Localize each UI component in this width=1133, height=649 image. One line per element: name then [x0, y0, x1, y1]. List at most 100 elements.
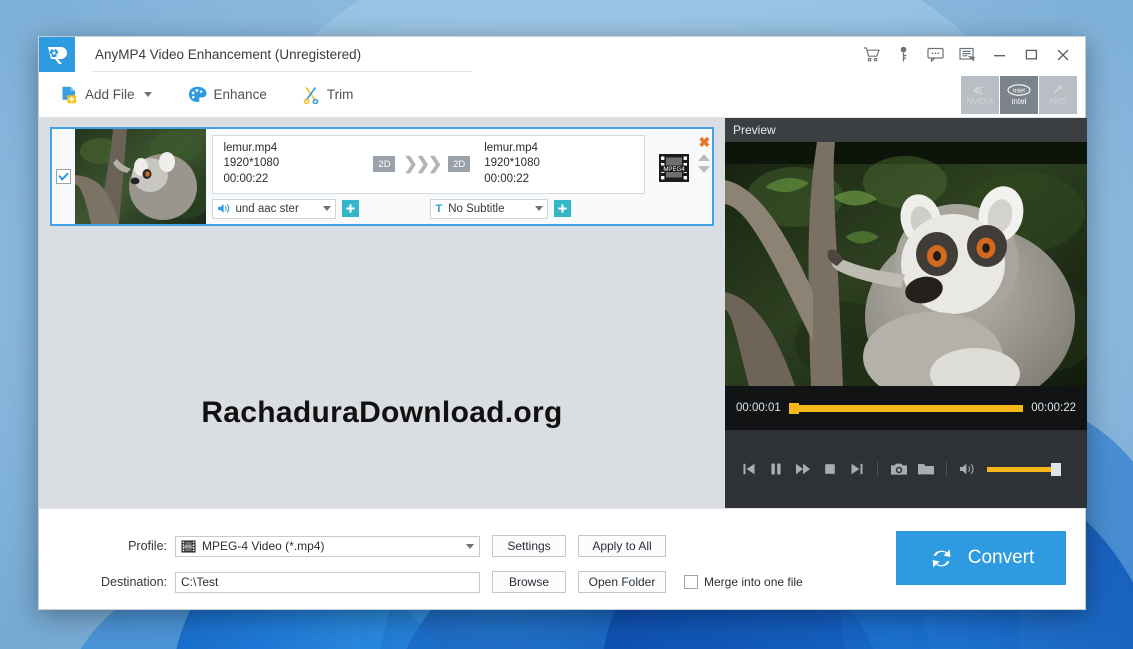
row-actions: ✖ — [697, 129, 712, 224]
target-duration: 00:00:22 — [484, 172, 529, 185]
previous-button[interactable] — [735, 456, 762, 482]
target-meta: lemur.mp4 1920*1080 00:00:22 — [484, 141, 634, 188]
open-folder-button[interactable] — [912, 456, 939, 482]
browse-button[interactable]: Browse — [492, 571, 566, 593]
close-icon[interactable] — [1047, 38, 1079, 72]
seek-slider[interactable] — [788, 402, 1024, 414]
scissors-icon — [303, 86, 319, 104]
intel-icon: intel — [1007, 84, 1031, 96]
settings-button[interactable]: Settings — [492, 535, 566, 557]
profile-select[interactable]: MPEG MPEG-4 Video (*.mp4) — [175, 535, 480, 557]
pause-button[interactable] — [762, 456, 789, 482]
source-2d-badge: 2D — [373, 156, 396, 172]
destination-input[interactable]: C:\Test — [175, 571, 480, 593]
gpu-intel-button[interactable]: intel intel — [1000, 76, 1038, 114]
next-button[interactable] — [843, 456, 870, 482]
application-window: AnyMP4 Video Enhancement (Unregistered) — [38, 36, 1087, 610]
source-meta: lemur.mp4 1920*1080 00:00:22 — [223, 141, 373, 188]
chevron-down-icon — [143, 92, 152, 97]
nvidia-icon — [972, 86, 985, 94]
volume-button[interactable] — [954, 456, 981, 482]
video-surface[interactable] — [725, 142, 1087, 386]
remove-file-button[interactable]: ✖ — [699, 135, 711, 149]
enhance-button[interactable]: Enhance — [174, 77, 281, 113]
gpu-nvidia-label: NVIDIA — [966, 96, 994, 106]
register-icon[interactable] — [951, 38, 983, 72]
anymp4-logo-icon — [39, 37, 75, 72]
mpeg4-label: MPEG4 — [663, 166, 685, 173]
gpu-amd-button[interactable]: AMD — [1039, 76, 1077, 114]
apply-to-all-button[interactable]: Apply to All — [578, 535, 666, 557]
profile-value: MPEG-4 Video (*.mp4) — [202, 539, 325, 553]
source-resolution: 1920*1080 — [223, 157, 280, 170]
svg-text:intel: intel — [1013, 88, 1025, 95]
volume-handle[interactable] — [1051, 462, 1061, 476]
target-2d-badge: 2D — [448, 156, 471, 172]
gpu-intel-label: intel — [1011, 97, 1027, 106]
minimize-icon[interactable] — [983, 38, 1015, 72]
add-file-button[interactable]: Add File — [47, 77, 166, 113]
gpu-amd-label: AMD — [1049, 97, 1067, 106]
palette-icon — [188, 86, 207, 102]
chevron-down-icon — [535, 206, 544, 211]
lemur-thumbnail — [75, 129, 207, 224]
key-icon[interactable] — [887, 38, 919, 72]
main-content-area: lemur.mp4 1920*1080 00:00:22 2D ❯❯❯ 2D l… — [39, 118, 1087, 508]
convert-icon — [932, 549, 951, 567]
total-time-label: 00:00:22 — [1031, 402, 1076, 414]
row-format-cell: MPEG4 — [651, 129, 697, 224]
subtitle-track-value: No Subtitle — [448, 202, 505, 215]
merge-checkbox-wrap[interactable]: Merge into one file — [684, 575, 803, 589]
file-list-pane: lemur.mp4 1920*1080 00:00:22 2D ❯❯❯ 2D l… — [39, 118, 725, 508]
trim-button[interactable]: Trim — [289, 77, 368, 113]
cart-icon[interactable] — [855, 38, 887, 72]
preview-pane: Preview 00:00:01 00:00:22 — [725, 118, 1087, 508]
destination-label: Destination: — [100, 575, 167, 589]
merge-checkbox[interactable] — [684, 575, 698, 589]
amd-icon — [1053, 85, 1062, 94]
volume-slider[interactable] — [987, 462, 1061, 476]
add-file-label: Add File — [85, 87, 135, 102]
merge-checkbox-label: Merge into one file — [704, 575, 803, 589]
target-filename: lemur.mp4 — [484, 141, 538, 154]
audio-track-select[interactable]: und aac ster — [212, 198, 337, 219]
subtitle-track-select[interactable]: T No Subtitle — [430, 198, 549, 219]
mpeg4-film-icon[interactable]: MPEG4 — [657, 151, 691, 185]
source-duration: 00:00:22 — [223, 172, 269, 185]
open-folder-button[interactable]: Open Folder — [578, 571, 666, 593]
audio-track-value: und aac ster — [235, 202, 299, 215]
gpu-nvidia-button[interactable]: NVIDIA — [961, 76, 999, 114]
chevron-down-icon — [323, 206, 332, 211]
subtitle-t-icon: T — [435, 202, 443, 215]
enhance-label: Enhance — [213, 87, 267, 102]
row-info-cell: lemur.mp4 1920*1080 00:00:22 2D ❯❯❯ 2D l… — [206, 129, 651, 224]
controls-divider — [946, 461, 947, 477]
conversion-arrow-icon: ❯❯❯ — [403, 154, 442, 173]
stop-button[interactable] — [816, 456, 843, 482]
row-checkbox[interactable] — [56, 169, 72, 184]
table-row[interactable]: lemur.mp4 1920*1080 00:00:22 2D ❯❯❯ 2D l… — [50, 127, 714, 226]
plus-icon — [558, 204, 568, 213]
trim-label: Trim — [326, 87, 354, 102]
chat-bubble-icon[interactable] — [919, 38, 951, 72]
snapshot-button[interactable] — [885, 456, 912, 482]
mpeg-film-icon: MPEG — [181, 540, 196, 552]
seek-bar-row: 00:00:01 00:00:22 — [725, 386, 1087, 430]
add-subtitle-track-button[interactable] — [554, 200, 572, 217]
svg-text:MPEG: MPEG — [183, 545, 194, 549]
seek-handle[interactable] — [788, 402, 799, 414]
add-audio-track-button[interactable] — [342, 200, 360, 217]
title-bar[interactable]: AnyMP4 Video Enhancement (Unregistered) — [39, 37, 1085, 72]
move-down-button[interactable] — [698, 166, 711, 173]
convert-button[interactable]: Convert — [896, 531, 1066, 585]
preview-title: Preview — [725, 118, 1087, 142]
maximize-icon[interactable] — [1015, 38, 1047, 72]
destination-row: Destination: C:\Test Browse Open Folder … — [95, 571, 803, 593]
main-toolbar: Add File Enhance Trim NVIDIA intel intel… — [39, 72, 1085, 118]
move-up-button[interactable] — [698, 154, 711, 161]
controls-divider — [877, 461, 878, 477]
window-controls — [855, 37, 1085, 72]
conversion-info-box: lemur.mp4 1920*1080 00:00:22 2D ❯❯❯ 2D l… — [212, 134, 646, 194]
fast-forward-button[interactable] — [789, 456, 816, 482]
playback-controls — [725, 430, 1087, 508]
